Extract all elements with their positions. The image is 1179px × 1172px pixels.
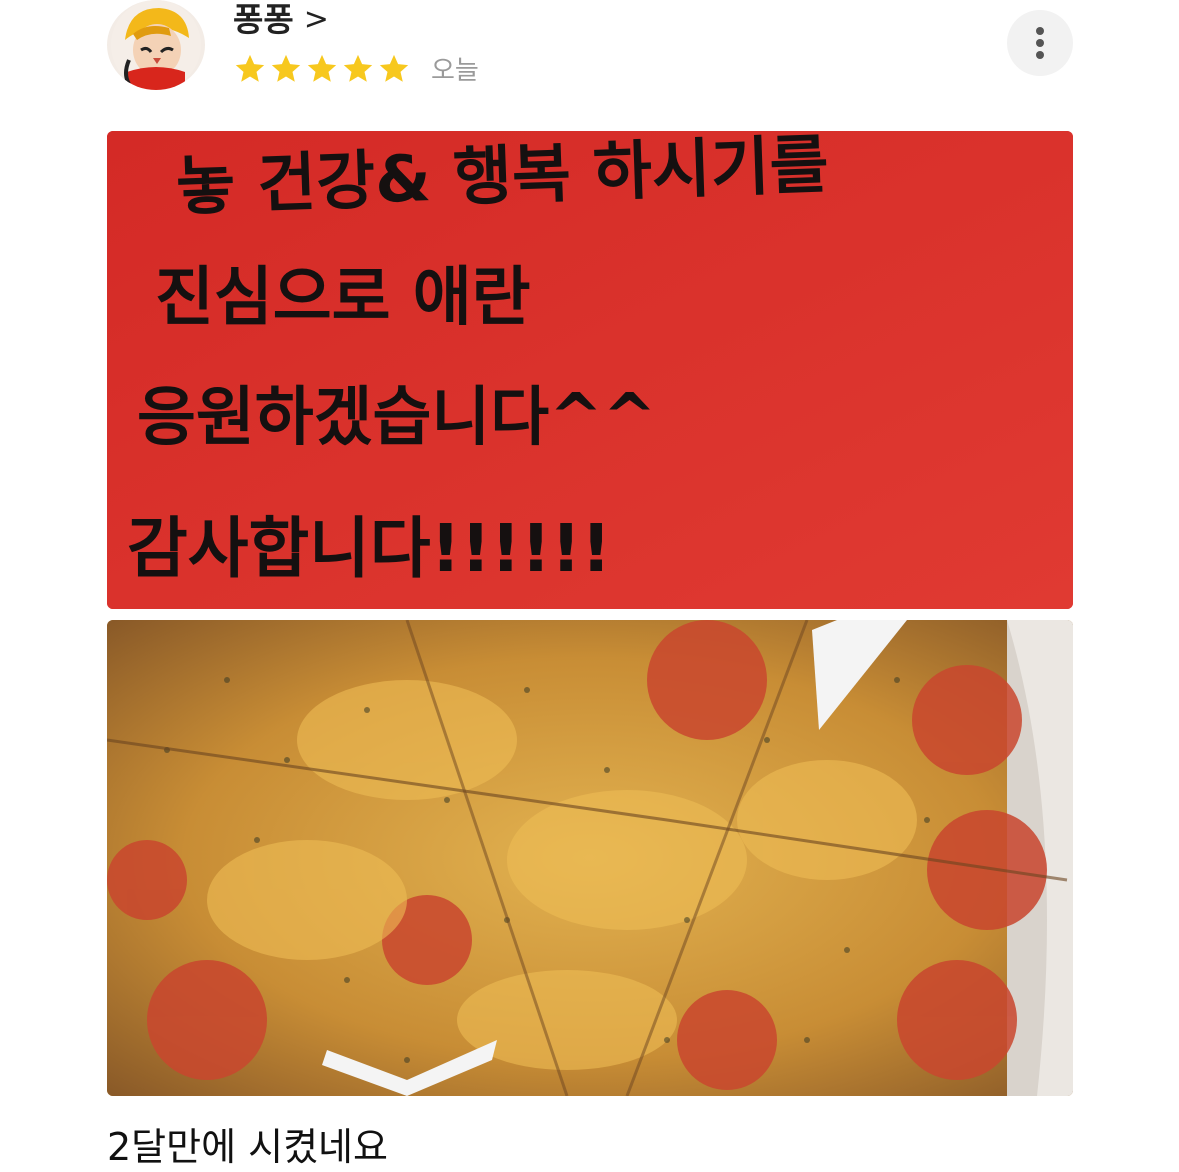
avatar-cartoon-icon	[111, 0, 201, 90]
star-icon	[343, 54, 373, 82]
note-line-4: 감사합니다!!!!!!	[127, 510, 611, 587]
chevron-right-icon: >	[303, 2, 329, 37]
review-date: 오늘	[431, 56, 479, 86]
star-icon	[271, 54, 301, 82]
note-line-2: 진심으로 애란	[155, 261, 531, 335]
star-rating	[233, 52, 411, 86]
rating-row: 오늘	[233, 50, 479, 87]
handwritten-note-image: 놓 건강& 행복 하시기를 진심으로 애란 응원하겠습니다^^ 감사합니다!!!…	[107, 131, 1073, 609]
reviewer-avatar[interactable]	[107, 0, 205, 90]
review-photo-note[interactable]: 놓 건강& 행복 하시기를 진심으로 애란 응원하겠습니다^^ 감사합니다!!!…	[107, 131, 1073, 609]
review-photo-pizza[interactable]	[107, 620, 1073, 1096]
vertical-dots-icon	[1036, 27, 1044, 59]
more-options-button[interactable]	[1007, 10, 1073, 76]
star-icon	[379, 54, 409, 82]
star-icon	[235, 54, 265, 82]
star-icon	[307, 54, 337, 82]
reviewer-profile-link[interactable]: 퐁퐁 >	[233, 0, 329, 40]
reviewer-name: 퐁퐁	[233, 0, 294, 39]
note-line-3: 응원하겠습니다^^	[137, 381, 656, 455]
review-text: 2달만에 시켰네요	[107, 1125, 388, 1169]
pizza-image	[107, 620, 1073, 1096]
